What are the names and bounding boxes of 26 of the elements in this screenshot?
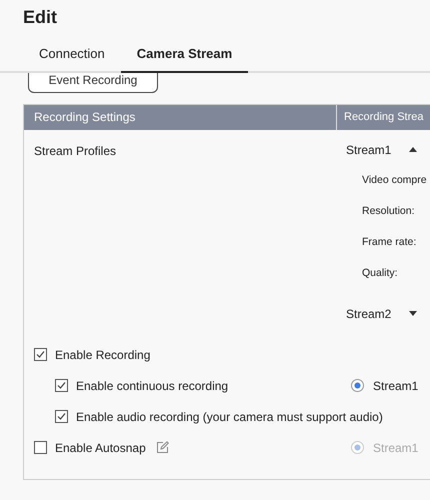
edit-icon[interactable] <box>156 441 169 454</box>
checkbox[interactable] <box>55 379 68 392</box>
row-label: Stream Profiles <box>34 144 116 158</box>
radio-label: Stream1 <box>373 378 418 394</box>
option-label: Enable continuous recording <box>76 378 228 394</box>
radio-label: Stream1 <box>373 440 418 456</box>
option-label: Enable Autosnap <box>55 440 146 456</box>
checkbox[interactable] <box>34 441 47 454</box>
checkbox[interactable] <box>34 348 47 361</box>
radio-button[interactable] <box>351 379 364 392</box>
column-header: Recording Strea <box>343 110 424 125</box>
option-label: Enable Recording <box>55 346 150 364</box>
field-label: Frame rate: <box>362 236 416 248</box>
field-label: Quality: <box>362 266 398 278</box>
expand-icon[interactable] <box>409 311 418 316</box>
field-label: Video compre <box>362 174 427 186</box>
tab[interactable]: Connection <box>23 44 121 72</box>
stream-name: Stream1 <box>346 142 392 158</box>
stream-name: Stream2 <box>346 306 392 322</box>
option-label: Enable audio recording (your camera must support audio) <box>76 408 383 426</box>
page-title: Edit <box>22 6 58 29</box>
event-recording-button[interactable]: Event Recording <box>28 72 158 92</box>
checkbox[interactable] <box>55 410 68 423</box>
field-label: Resolution: <box>362 204 415 216</box>
column-header: Recording Settings <box>24 104 337 130</box>
collapse-icon[interactable] <box>409 147 418 152</box>
